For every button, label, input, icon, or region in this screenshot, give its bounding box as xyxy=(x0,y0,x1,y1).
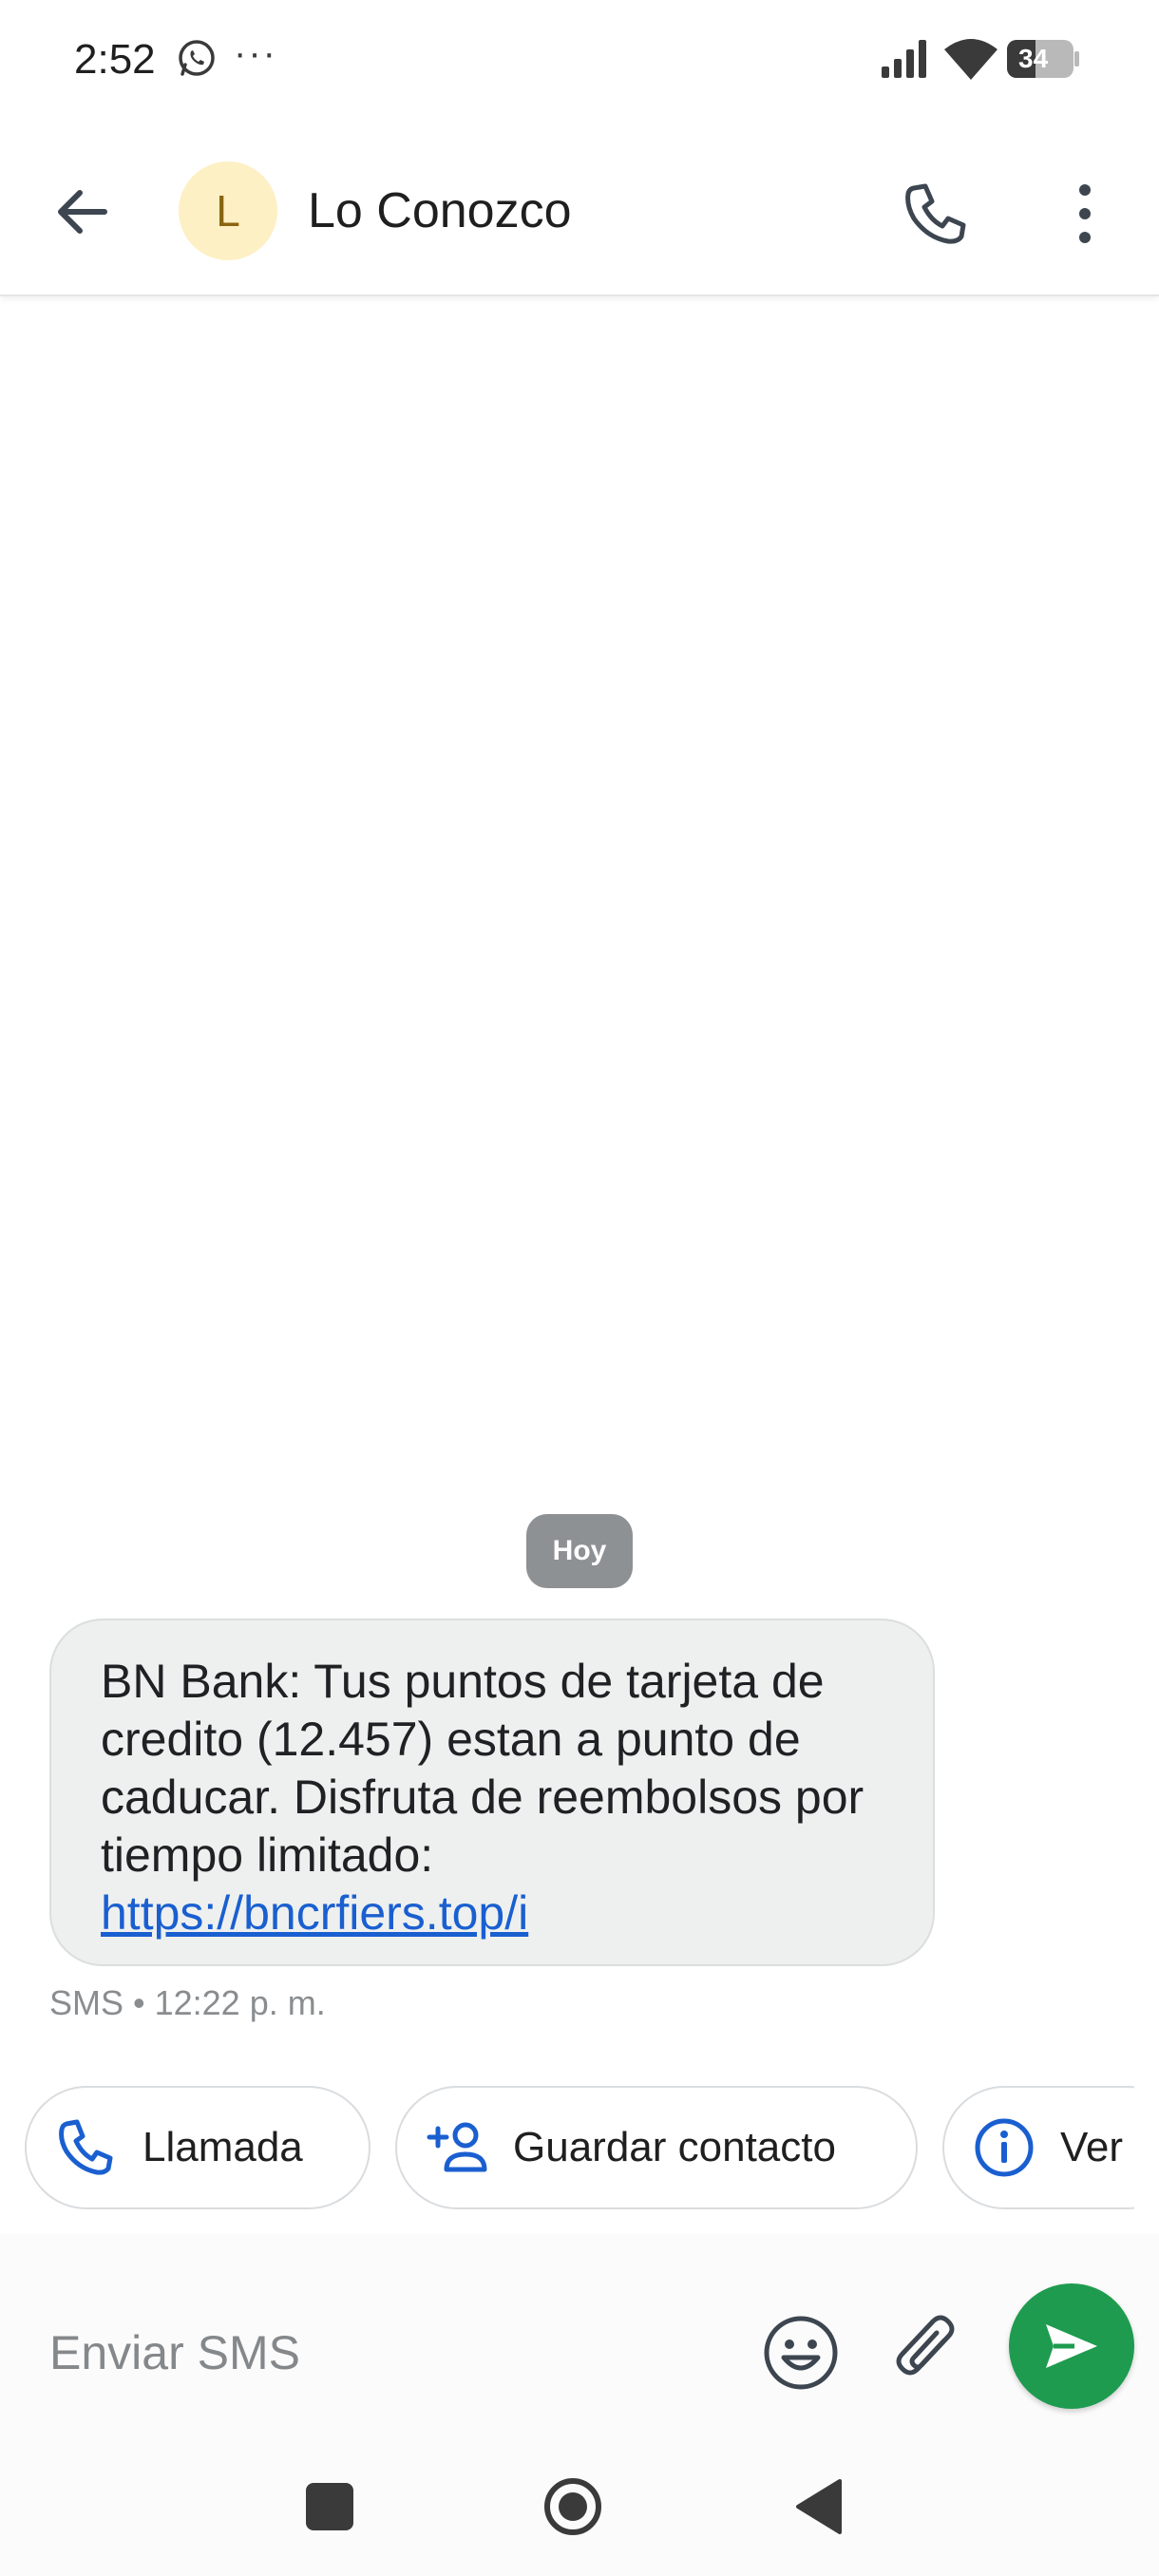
suggestion-view-button[interactable]: Ver xyxy=(942,2086,1159,2209)
whatsapp-icon xyxy=(179,40,215,76)
battery-icon: 34 xyxy=(1005,38,1081,80)
chips-edge xyxy=(1134,2080,1159,2223)
add-person-icon xyxy=(427,2122,487,2172)
wifi-icon xyxy=(944,39,998,80)
date-chip: Hoy xyxy=(526,1514,633,1588)
send-icon xyxy=(1046,2324,1097,2368)
message-meta: SMS • 12:22 p. m. xyxy=(49,1983,326,2022)
cell-signal-icon xyxy=(882,40,926,78)
message-input[interactable]: Enviar SMS xyxy=(49,2325,300,2380)
suggestion-view-label: Ver xyxy=(1060,2124,1124,2170)
suggestion-save-contact-button[interactable]: Guardar contacto xyxy=(395,2086,918,2209)
more-vert-icon[interactable] xyxy=(1056,179,1113,249)
contact-name[interactable]: Lo Conozco xyxy=(308,182,572,239)
attach-icon[interactable] xyxy=(889,2312,965,2394)
suggestion-save-label: Guardar contacto xyxy=(513,2124,836,2170)
emoji-icon[interactable] xyxy=(760,2312,842,2394)
battery-level: 34 xyxy=(1018,44,1049,73)
status-time: 2:52 xyxy=(74,36,156,83)
system-nav-bar xyxy=(0,2453,1159,2576)
avatar[interactable]: L xyxy=(179,161,277,260)
message-bubble[interactable]: BN Bank: Tus puntos de tarjeta de credit… xyxy=(49,1619,935,1966)
phone-icon[interactable] xyxy=(901,179,971,249)
home-button[interactable] xyxy=(542,2475,604,2538)
suggestion-call-button[interactable]: Llamada xyxy=(25,2086,370,2209)
recents-button[interactable] xyxy=(306,2483,353,2530)
message-text: BN Bank: Tus puntos de tarjeta de credit… xyxy=(101,1655,864,1882)
info-icon xyxy=(975,2118,1034,2177)
status-bar: 2:52 ··· 34 xyxy=(0,0,1159,123)
more-dots-icon: ··· xyxy=(234,32,277,74)
conversation-header: L Lo Conozco xyxy=(0,123,1159,296)
suggestion-call-label: Llamada xyxy=(142,2124,303,2170)
nav-back-icon[interactable] xyxy=(794,2477,844,2536)
message-link[interactable]: https://bncrfiers.top/i xyxy=(101,1885,895,1942)
send-button[interactable] xyxy=(1009,2283,1134,2409)
compose-bar: Enviar SMS xyxy=(0,2234,1159,2453)
back-arrow-icon[interactable] xyxy=(49,179,116,245)
phone-icon xyxy=(59,2119,113,2175)
